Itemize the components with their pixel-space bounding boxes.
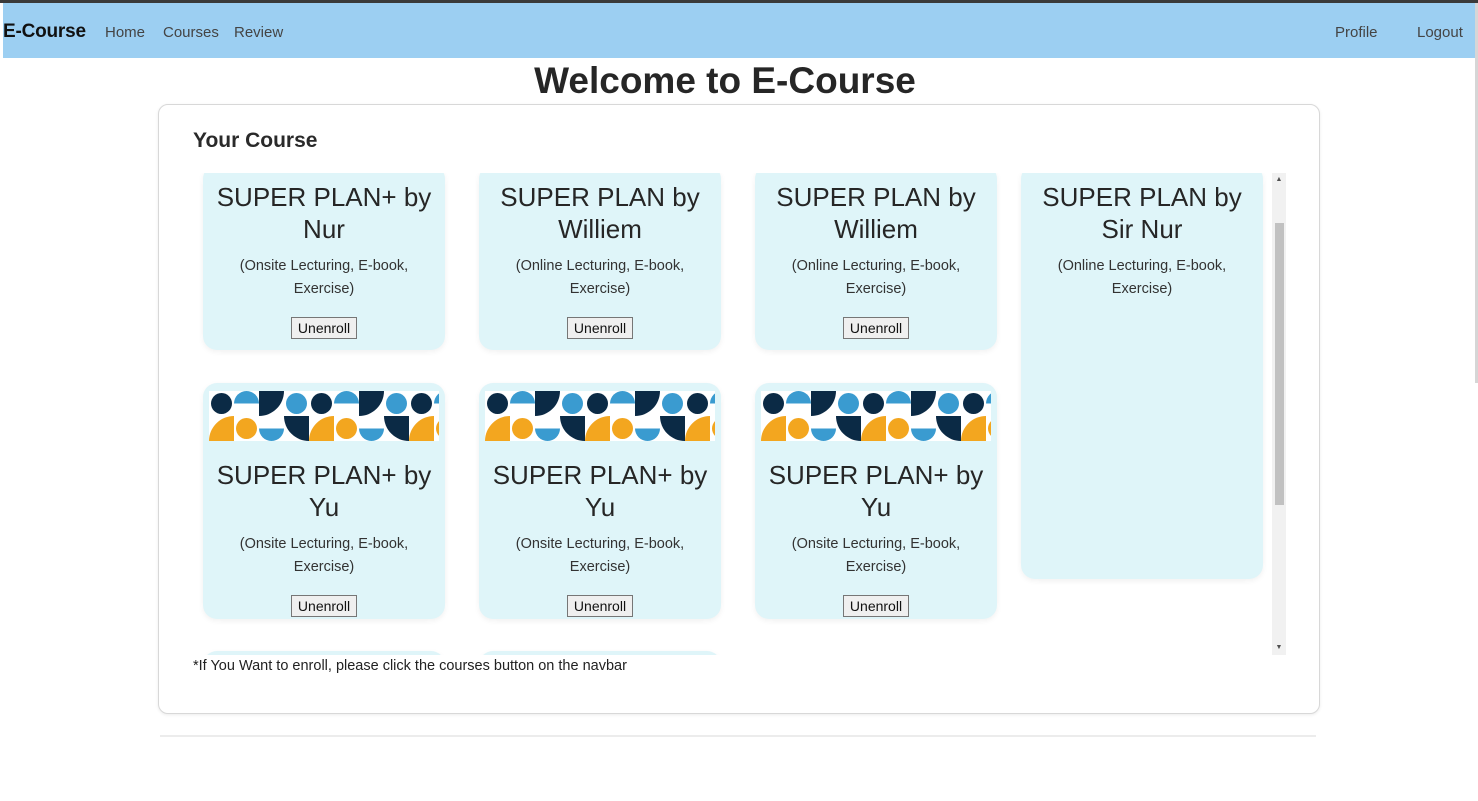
nav-home-link[interactable]: Home bbox=[105, 24, 145, 41]
course-card: SUPER PLAN by Sir Nur (Online Lecturing,… bbox=[1021, 173, 1263, 579]
pattern-shape bbox=[311, 393, 332, 414]
enroll-footnote: *If You Want to enroll, please click the… bbox=[193, 658, 627, 674]
course-banner-image bbox=[485, 391, 715, 441]
pattern-shape bbox=[411, 393, 432, 414]
pattern-shape bbox=[662, 393, 683, 414]
brand-logo[interactable]: E-Course bbox=[3, 21, 86, 43]
course-card: SUPER PLAN by Williem (Online Lecturing,… bbox=[755, 173, 997, 350]
pattern-shape bbox=[788, 418, 809, 439]
your-course-panel: Your Course SUPER PLAN+ by Nur (Onsite L… bbox=[158, 104, 1320, 714]
pattern-shape bbox=[612, 418, 633, 439]
course-features: (Online Lecturing, E-book, Exercise) bbox=[1057, 258, 1227, 297]
unenroll-button[interactable]: Unenroll bbox=[290, 595, 358, 617]
course-features: (Onsite Lecturing, E-book, Exercise) bbox=[515, 536, 685, 575]
nav-courses-link[interactable]: Courses bbox=[163, 24, 219, 41]
navbar: E-Course Home Courses Review Profile Log… bbox=[3, 3, 1475, 58]
geometric-pattern-banner bbox=[485, 391, 715, 441]
pattern-shape bbox=[938, 393, 959, 414]
unenroll-button[interactable]: Unenroll bbox=[842, 317, 910, 339]
course-card-partial bbox=[479, 651, 721, 655]
course-list-viewport[interactable]: SUPER PLAN+ by Nur (Onsite Lecturing, E-… bbox=[195, 173, 1273, 655]
nav-review-link[interactable]: Review bbox=[234, 24, 283, 41]
pattern-shape bbox=[963, 393, 984, 414]
course-list-scrollbar[interactable]: ▲ ▼ bbox=[1272, 173, 1286, 655]
pattern-shape bbox=[512, 418, 533, 439]
pattern-shape bbox=[211, 393, 232, 414]
pattern-shape bbox=[888, 418, 909, 439]
course-features: (Online Lecturing, E-book, Exercise) bbox=[791, 258, 961, 297]
nav-profile-link[interactable]: Profile bbox=[1335, 24, 1378, 41]
scrollbar-thumb[interactable] bbox=[1275, 223, 1284, 505]
course-banner-image bbox=[209, 391, 439, 441]
pattern-shape bbox=[587, 393, 608, 414]
course-card: SUPER PLAN+ by Nur (Onsite Lecturing, E-… bbox=[203, 173, 445, 350]
course-card: SUPER PLAN by Williem (Online Lecturing,… bbox=[479, 173, 721, 350]
panel-heading: Your Course bbox=[193, 129, 318, 152]
page-title: Welcome to E-Course bbox=[534, 60, 916, 101]
course-title: SUPER PLAN+ by Yu bbox=[492, 460, 708, 522]
course-card: SUPER PLAN+ by Yu (Onsite Lecturing, E-b… bbox=[755, 383, 997, 619]
course-title: SUPER PLAN+ by Nur bbox=[216, 182, 432, 244]
geometric-pattern-banner bbox=[761, 391, 991, 441]
course-features: (Onsite Lecturing, E-book, Exercise) bbox=[239, 258, 409, 297]
unenroll-button[interactable]: Unenroll bbox=[566, 595, 634, 617]
unenroll-button[interactable]: Unenroll bbox=[566, 317, 634, 339]
course-banner-image bbox=[761, 391, 991, 441]
pattern-shape bbox=[236, 418, 257, 439]
scroll-up-arrow-icon[interactable]: ▲ bbox=[1272, 173, 1286, 187]
course-card: SUPER PLAN+ by Yu (Onsite Lecturing, E-b… bbox=[479, 383, 721, 619]
geometric-pattern-banner bbox=[209, 391, 439, 441]
scroll-down-arrow-icon[interactable]: ▼ bbox=[1272, 641, 1286, 655]
footer-divider bbox=[160, 735, 1316, 737]
pattern-shape bbox=[286, 393, 307, 414]
pattern-shape bbox=[763, 393, 784, 414]
unenroll-button[interactable]: Unenroll bbox=[842, 595, 910, 617]
course-title: SUPER PLAN by Williem bbox=[776, 182, 976, 244]
course-features: (Onsite Lecturing, E-book, Exercise) bbox=[791, 536, 961, 575]
course-card: SUPER PLAN+ by Yu (Onsite Lecturing, E-b… bbox=[203, 383, 445, 619]
pattern-shape bbox=[386, 393, 407, 414]
pattern-shape bbox=[487, 393, 508, 414]
course-features: (Online Lecturing, E-book, Exercise) bbox=[515, 258, 685, 297]
pattern-shape bbox=[562, 393, 583, 414]
course-title: SUPER PLAN+ by Yu bbox=[216, 460, 432, 522]
course-title: SUPER PLAN by Sir Nur bbox=[1042, 182, 1242, 244]
pattern-shape bbox=[838, 393, 859, 414]
nav-logout-link[interactable]: Logout bbox=[1417, 24, 1463, 41]
course-features: (Onsite Lecturing, E-book, Exercise) bbox=[239, 536, 409, 575]
unenroll-button[interactable]: Unenroll bbox=[290, 317, 358, 339]
pattern-shape bbox=[687, 393, 708, 414]
course-card-partial bbox=[203, 651, 445, 655]
course-title: SUPER PLAN+ by Yu bbox=[768, 460, 984, 522]
pattern-shape bbox=[336, 418, 357, 439]
course-title: SUPER PLAN by Williem bbox=[500, 182, 700, 244]
pattern-shape bbox=[863, 393, 884, 414]
